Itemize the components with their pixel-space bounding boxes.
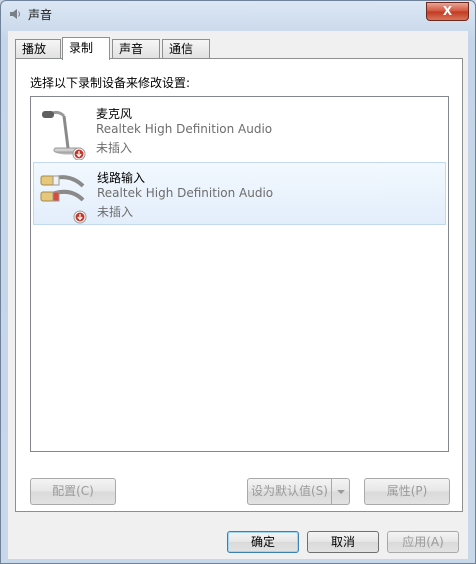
window-title: 声音 <box>28 8 53 22</box>
apply-button[interactable]: 应用(A) <box>387 531 459 553</box>
device-name: 麦克风 <box>96 107 133 121</box>
set-default-label: 设为默认值(S) <box>251 484 328 498</box>
device-driver: Realtek High Definition Audio <box>96 122 273 136</box>
properties-button[interactable]: 属性(P) <box>364 478 450 505</box>
set-default-split-button[interactable]: 设为默认值(S) <box>247 478 350 505</box>
device-list[interactable]: 麦克风 Realtek High Definition Audio 未插入 线路… <box>30 96 449 452</box>
device-driver: Realtek High Definition Audio <box>97 186 274 200</box>
tab-recording[interactable]: 录制 <box>62 37 110 60</box>
tab-sounds[interactable]: 声音 <box>112 39 160 59</box>
cancel-button[interactable]: 取消 <box>307 531 379 553</box>
device-item-line-in[interactable]: 线路输入 Realtek High Definition Audio 未插入 <box>33 162 446 225</box>
speaker-app-icon <box>10 9 20 19</box>
device-status: 未插入 <box>96 141 133 155</box>
microphone-icon <box>42 110 86 160</box>
instruction-text: 选择以下录制设备来修改设置: <box>30 76 191 90</box>
configure-button[interactable]: 配置(C) <box>30 478 116 505</box>
chevron-down-icon[interactable] <box>331 479 349 504</box>
tab-communications[interactable]: 通信 <box>162 39 210 59</box>
sound-dialog: 声音 X 播放 录制 声音 通信 选择以下录制设备来修改设置: 麦克风 Real… <box>0 0 476 564</box>
dialog-client-area: 播放 录制 声音 通信 选择以下录制设备来修改设置: 麦克风 Realtek H… <box>8 31 468 559</box>
close-button[interactable]: X <box>426 2 469 21</box>
line-in-cable-icon <box>40 175 87 224</box>
title-bar[interactable]: 声音 X <box>1 1 475 27</box>
device-status: 未插入 <box>97 205 134 219</box>
device-item-microphone[interactable]: 麦克风 Realtek High Definition Audio 未插入 <box>33 99 446 162</box>
ok-button[interactable]: 确定 <box>227 531 299 553</box>
recording-tab-panel: 选择以下录制设备来修改设置: 麦克风 Realtek High Definiti… <box>15 58 463 512</box>
tab-playback[interactable]: 播放 <box>15 39 61 59</box>
device-name: 线路输入 <box>97 171 146 185</box>
